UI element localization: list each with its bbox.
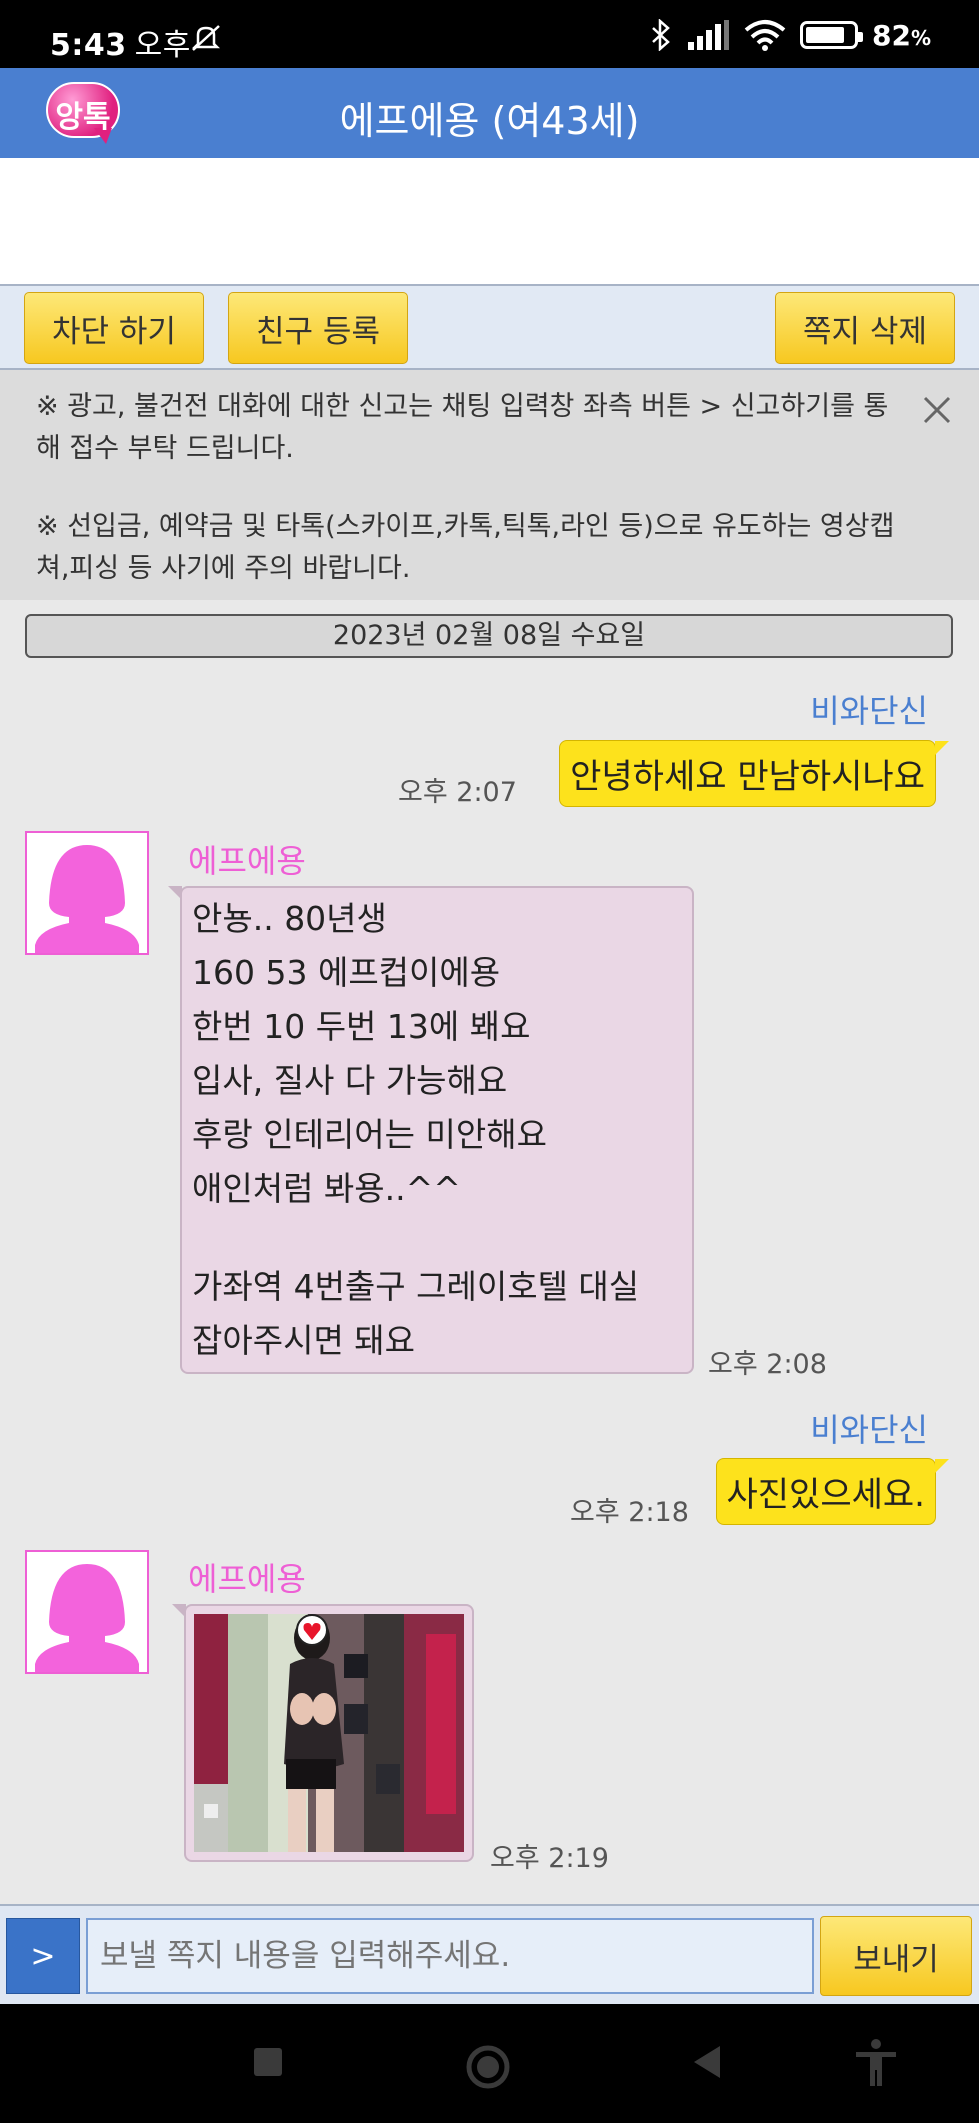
message-input[interactable] (86, 1918, 814, 1994)
avatar[interactable] (25, 831, 149, 955)
close-icon[interactable] (917, 390, 957, 430)
my-message-bubble[interactable]: 사진있으세요. (715, 1458, 949, 1525)
message-time: 오후 2:07 (398, 777, 517, 808)
block-button[interactable]: 차단 하기 (24, 292, 204, 364)
page-title: 에프에용 (여43세) (339, 99, 640, 143)
accessibility-icon[interactable] (854, 2038, 898, 2088)
back-icon[interactable] (690, 2042, 724, 2082)
chat-menu-button[interactable]: > (6, 1918, 80, 1994)
other-name: 에프에용 (188, 1560, 306, 1598)
photo-thumbnail[interactable] (194, 1614, 464, 1852)
other-message-bubble[interactable]: 안뇽.. 80년생 160 53 에프컵이에용 한번 10 두번 13에 봬요 … (168, 886, 694, 1374)
toolbar: 차단 하기 친구 등록 쪽지 삭제 (0, 284, 979, 370)
app-header: 앙톡 에프에용 (여43세) (0, 68, 979, 158)
send-button[interactable]: 보내기 (820, 1916, 972, 1996)
my-name: 비와단신 (810, 692, 928, 730)
recent-apps-icon[interactable] (252, 2042, 284, 2082)
date-divider: 2023년 02월 08일 수요일 (25, 614, 953, 658)
my-message-bubble[interactable]: 안녕하세요 만남하시나요 (559, 740, 949, 807)
other-name: 에프에용 (188, 842, 306, 880)
message-time: 오후 2:08 (708, 1349, 827, 1380)
battery-percent: 82% (871, 18, 931, 52)
message-time: 오후 2:19 (490, 1843, 609, 1874)
message-input-bar: > 보내기 (0, 1904, 979, 2004)
avatar[interactable] (25, 1550, 149, 1674)
notice-banner: ※ 광고, 불건전 대화에 대한 신고는 채팅 입력창 좌측 버튼 > 신고하기… (0, 370, 979, 600)
status-bar: 5:43 오후 82% (0, 0, 979, 68)
wifi-icon (744, 20, 786, 51)
delete-message-button[interactable]: 쪽지 삭제 (775, 292, 955, 364)
notice-report: ※ 광고, 불건전 대화에 대한 신고는 채팅 입력창 좌측 버튼 > 신고하기… (36, 391, 889, 464)
photo-message[interactable] (172, 1604, 474, 1862)
mute-icon (191, 25, 221, 51)
my-name: 비와단신 (810, 1411, 928, 1449)
ad-area (0, 158, 979, 284)
add-friend-button[interactable]: 친구 등록 (228, 292, 408, 364)
battery-icon (799, 21, 863, 49)
home-icon[interactable] (465, 2044, 511, 2090)
female-avatar-icon (35, 845, 139, 953)
bluetooth-icon (652, 19, 670, 51)
notice-fraud: ※ 선입금, 예약금 및 타톡(스카이프,카톡,틱톡,라인 등)으로 유도하는 … (36, 511, 895, 584)
status-time: 5:43 오후 (50, 28, 191, 63)
system-nav-bar (0, 2004, 979, 2123)
signal-icon (687, 20, 729, 50)
female-avatar-icon (35, 1564, 139, 1672)
message-time: 오후 2:18 (570, 1497, 689, 1528)
